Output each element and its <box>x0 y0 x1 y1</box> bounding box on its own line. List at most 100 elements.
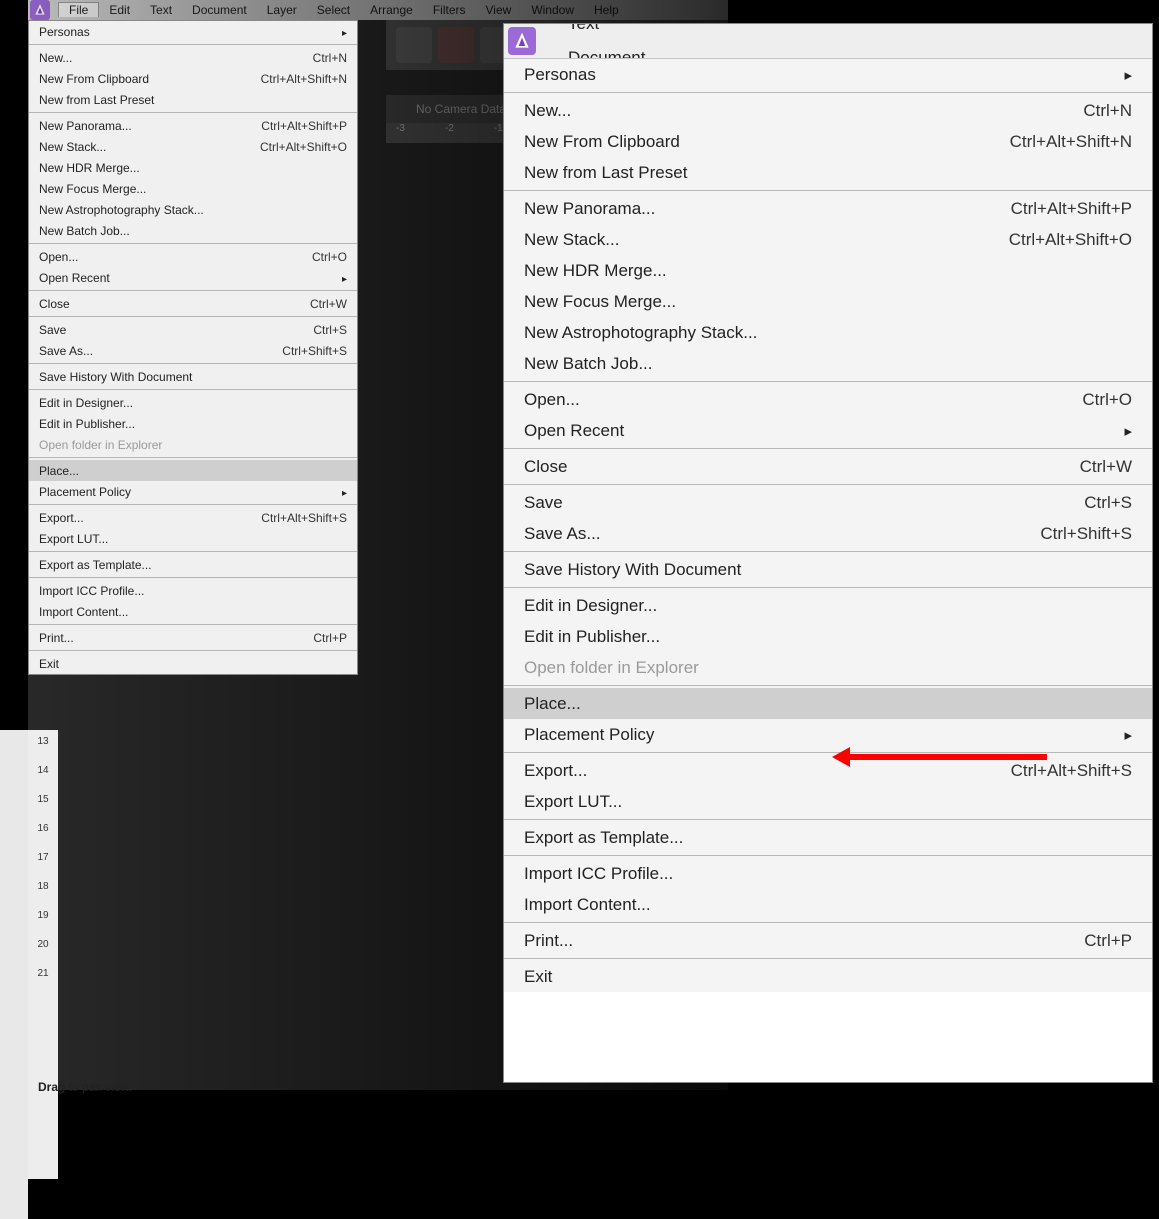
menu-item-import-content[interactable]: Import Content... <box>29 601 357 622</box>
menu-item-export-as-template[interactable]: Export as Template... <box>29 554 357 575</box>
menu-separator <box>29 243 357 244</box>
menubar-item-layer[interactable]: Layer <box>257 3 307 17</box>
menu-item-shortcut: Ctrl+P <box>1084 931 1132 951</box>
menu-item-placement-policy[interactable]: Placement Policy <box>29 481 357 502</box>
menu-item-label: New Panorama... <box>524 199 655 219</box>
menu-item-label: New Stack... <box>39 140 106 154</box>
menu-item-personas[interactable]: Personas <box>29 21 357 42</box>
menu-item-edit-in-publisher[interactable]: Edit in Publisher... <box>29 413 357 434</box>
menu-item-save-as[interactable]: Save As...Ctrl+Shift+S <box>504 518 1152 549</box>
menu-item-exit[interactable]: Exit <box>504 961 1152 992</box>
menu-item-export[interactable]: Export...Ctrl+Alt+Shift+S <box>29 507 357 528</box>
menu-item-export[interactable]: Export...Ctrl+Alt+Shift+S <box>504 755 1152 786</box>
menu-item-edit-in-publisher[interactable]: Edit in Publisher... <box>504 621 1152 652</box>
menu-item-edit-in-designer[interactable]: Edit in Designer... <box>504 590 1152 621</box>
menu-item-export-lut[interactable]: Export LUT... <box>29 528 357 549</box>
menu-item-personas[interactable]: Personas <box>504 59 1152 90</box>
menu-item-open[interactable]: Open...Ctrl+O <box>504 384 1152 415</box>
menu-item-new-from-last-preset[interactable]: New from Last Preset <box>29 89 357 110</box>
menu-item-open-folder-in-explorer: Open folder in Explorer <box>29 434 357 455</box>
menu-item-new-from-clipboard[interactable]: New From ClipboardCtrl+Alt+Shift+N <box>29 68 357 89</box>
menu-item-shortcut: Ctrl+W <box>1080 457 1132 477</box>
menu-item-new-focus-merge[interactable]: New Focus Merge... <box>29 178 357 199</box>
menu-item-place[interactable]: Place... <box>29 460 357 481</box>
menu-separator <box>29 624 357 625</box>
menubar-item-document[interactable]: Document <box>182 3 257 17</box>
menu-separator <box>504 752 1152 753</box>
menu-item-new-stack[interactable]: New Stack...Ctrl+Alt+Shift+O <box>504 224 1152 255</box>
menu-item-import-icc-profile[interactable]: Import ICC Profile... <box>504 858 1152 889</box>
menu-item-label: Edit in Publisher... <box>524 627 660 647</box>
menubar-item-text[interactable]: Text <box>550 23 663 41</box>
menu-item-new-astrophotography-stack[interactable]: New Astrophotography Stack... <box>29 199 357 220</box>
menubar-item-file[interactable]: File <box>58 2 99 17</box>
menu-item-new-astrophotography-stack[interactable]: New Astrophotography Stack... <box>504 317 1152 348</box>
app-icon <box>30 0 50 20</box>
menu-item-import-content[interactable]: Import Content... <box>504 889 1152 920</box>
menu-item-label: New HDR Merge... <box>39 161 140 175</box>
menubar-item-edit[interactable]: Edit <box>99 3 140 17</box>
menu-item-open-recent[interactable]: Open Recent <box>504 415 1152 446</box>
menubar-item-help[interactable]: Help <box>584 3 629 17</box>
menu-item-new[interactable]: New...Ctrl+N <box>504 95 1152 126</box>
menu-item-label: Save <box>39 323 66 337</box>
menu-item-save-history-with-document[interactable]: Save History With Document <box>29 366 357 387</box>
menu-item-label: New Focus Merge... <box>524 292 676 312</box>
menu-item-export-lut[interactable]: Export LUT... <box>504 786 1152 817</box>
menu-item-label: Personas <box>524 65 596 85</box>
menu-item-open[interactable]: Open...Ctrl+O <box>29 246 357 267</box>
menubar-item-text[interactable]: Text <box>140 3 182 17</box>
menu-item-new-from-last-preset[interactable]: New from Last Preset <box>504 157 1152 188</box>
menu-item-label: New... <box>39 51 72 65</box>
menu-item-import-icc-profile[interactable]: Import ICC Profile... <box>29 580 357 601</box>
menu-item-save[interactable]: SaveCtrl+S <box>504 487 1152 518</box>
menu-item-save-as[interactable]: Save As...Ctrl+Shift+S <box>29 340 357 361</box>
menu-item-placement-policy[interactable]: Placement Policy <box>504 719 1152 750</box>
menu-item-label: Open Recent <box>524 421 624 441</box>
menu-item-new-batch-job[interactable]: New Batch Job... <box>29 220 357 241</box>
app-icon <box>508 27 536 55</box>
menu-item-export-as-template[interactable]: Export as Template... <box>504 822 1152 853</box>
toolbar-button[interactable] <box>438 27 474 63</box>
menu-item-new-hdr-merge[interactable]: New HDR Merge... <box>29 157 357 178</box>
menu-item-new-panorama[interactable]: New Panorama...Ctrl+Alt+Shift+P <box>29 115 357 136</box>
menu-separator <box>29 389 357 390</box>
menu-item-open-recent[interactable]: Open Recent <box>29 267 357 288</box>
menu-item-edit-in-designer[interactable]: Edit in Designer... <box>29 392 357 413</box>
menu-item-new[interactable]: New... Ctrl+N <box>29 47 357 68</box>
menu-item-label: Close <box>39 297 70 311</box>
menu-item-save[interactable]: SaveCtrl+S <box>29 319 357 340</box>
status-bar: Drag to pan view. <box>28 1080 1159 1102</box>
menu-item-print[interactable]: Print...Ctrl+P <box>29 627 357 648</box>
menu-item-label: Export... <box>39 511 84 525</box>
menu-item-shortcut: Ctrl+Alt+Shift+N <box>1010 132 1132 152</box>
menu-item-new-from-clipboard[interactable]: New From ClipboardCtrl+Alt+Shift+N <box>504 126 1152 157</box>
menu-item-label: Placement Policy <box>39 485 131 499</box>
menu-item-label: Exit <box>39 657 59 671</box>
menu-item-label: Save As... <box>524 524 601 544</box>
menu-item-new-panorama[interactable]: New Panorama...Ctrl+Alt+Shift+P <box>504 193 1152 224</box>
menubar-item-select[interactable]: Select <box>307 3 360 17</box>
menu-item-new-batch-job[interactable]: New Batch Job... <box>504 348 1152 379</box>
menu-item-save-history-with-document[interactable]: Save History With Document <box>504 554 1152 585</box>
chevron-right-icon <box>1124 421 1132 441</box>
menu-item-print[interactable]: Print...Ctrl+P <box>504 925 1152 956</box>
large-file-dropdown[interactable]: Personas New...Ctrl+NNew From ClipboardCt… <box>504 58 1152 992</box>
menu-item-label: Import ICC Profile... <box>524 864 673 884</box>
menubar-item-filters[interactable]: Filters <box>423 3 476 17</box>
menu-item-place[interactable]: Place... <box>504 688 1152 719</box>
menubar-item-window[interactable]: Window <box>521 3 584 17</box>
menu-item-shortcut: Ctrl+P <box>313 631 347 645</box>
menu-item-new-focus-merge[interactable]: New Focus Merge... <box>504 286 1152 317</box>
menu-item-new-hdr-merge[interactable]: New HDR Merge... <box>504 255 1152 286</box>
menu-item-exit[interactable]: Exit <box>29 653 357 674</box>
menu-item-shortcut: Ctrl+Shift+S <box>282 344 347 358</box>
small-file-dropdown[interactable]: Personas New... Ctrl+N New From ClipboardCt… <box>28 20 358 675</box>
menubar-item-arrange[interactable]: Arrange <box>360 3 423 17</box>
menu-item-shortcut: Ctrl+N <box>313 51 347 65</box>
menu-item-new-stack[interactable]: New Stack...Ctrl+Alt+Shift+O <box>29 136 357 157</box>
menu-item-close[interactable]: CloseCtrl+W <box>29 293 357 314</box>
menubar-item-view[interactable]: View <box>476 3 522 17</box>
menu-item-close[interactable]: CloseCtrl+W <box>504 451 1152 482</box>
toolbar-button[interactable] <box>396 27 432 63</box>
